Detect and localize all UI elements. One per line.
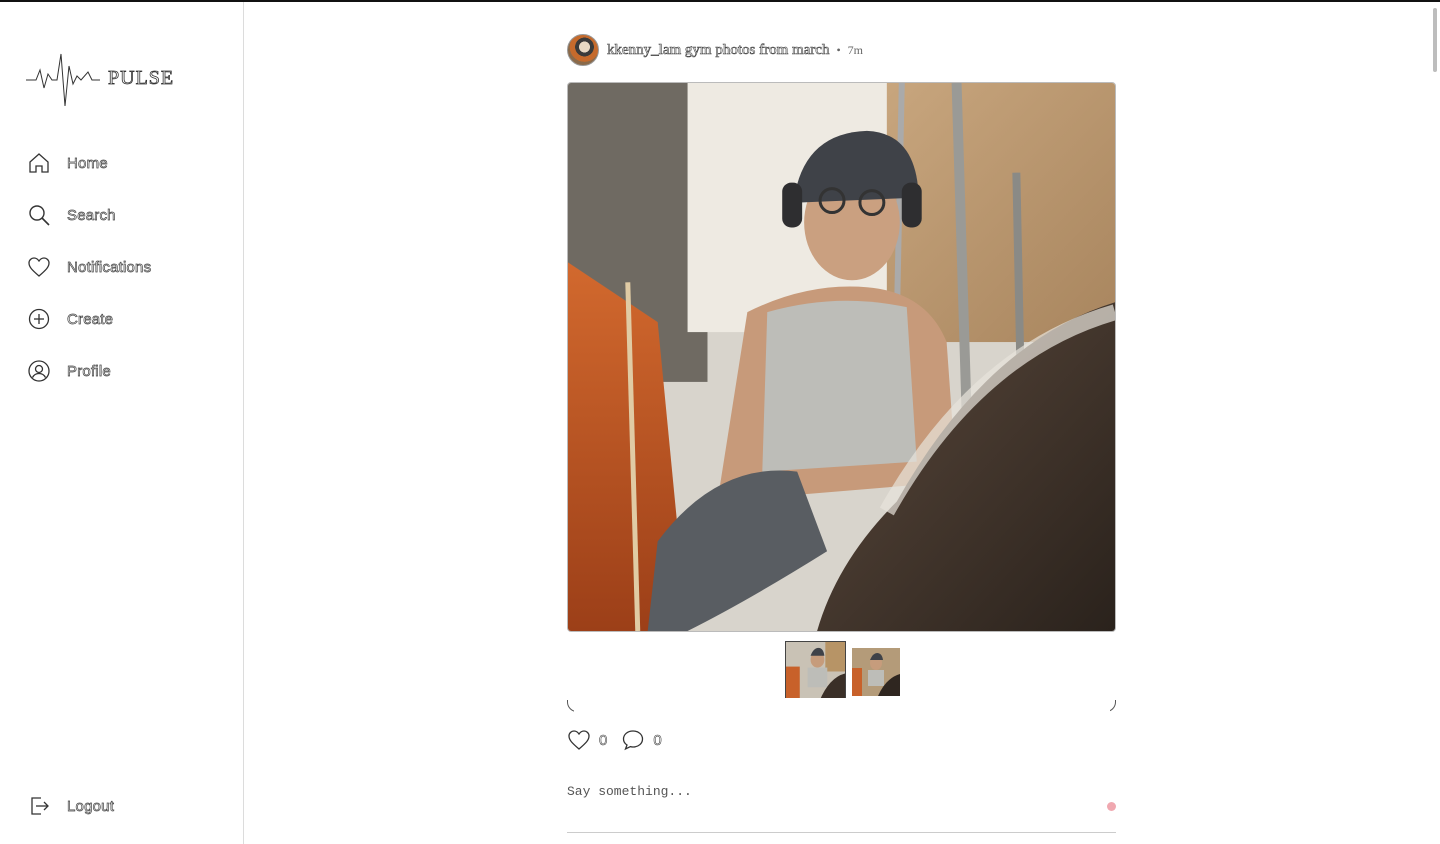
- nav-label-notifications: Notifications: [67, 258, 152, 276]
- logout-label: Logout: [67, 797, 115, 815]
- nav-item-create[interactable]: Create: [26, 304, 151, 334]
- nav-label-create: Create: [67, 310, 114, 328]
- heart-icon: [26, 254, 52, 280]
- post-actions: 0 0: [567, 728, 662, 752]
- nav-label-home: Home: [67, 154, 108, 172]
- avatar[interactable]: [567, 34, 599, 66]
- profile-icon: [26, 358, 52, 384]
- like-button[interactable]: 0: [567, 728, 608, 752]
- send-indicator-dot[interactable]: [1107, 802, 1116, 811]
- thumbnail-1[interactable]: [785, 641, 846, 702]
- comment-count: 0: [653, 731, 662, 749]
- nav-item-notifications[interactable]: Notifications: [26, 252, 151, 282]
- app-name: PULSE: [108, 66, 175, 89]
- comment-input[interactable]: [567, 780, 1087, 803]
- nav-item-home[interactable]: Home: [26, 148, 151, 178]
- nav-item-search[interactable]: Search: [26, 200, 151, 230]
- post-caption: am gym photos from march: [662, 41, 830, 58]
- pulse-logo-icon: [26, 53, 100, 107]
- nav-label-search: Search: [67, 206, 116, 224]
- heart-icon: [568, 730, 590, 750]
- comment-icon: [623, 730, 644, 751]
- home-icon: [26, 150, 52, 176]
- scrollbar-thumb[interactable]: [1433, 8, 1437, 72]
- nav-label-profile: Profile: [67, 362, 111, 380]
- plus-circle-icon: [26, 306, 52, 332]
- post-image[interactable]: [567, 82, 1116, 632]
- post-header: kkenny_lam gym photos from march • 7m: [567, 33, 1127, 67]
- comment-button[interactable]: 0: [621, 728, 662, 752]
- image-thumbnails: [785, 641, 900, 702]
- post-username[interactable]: kkenny_l: [607, 41, 663, 58]
- search-icon: [26, 202, 52, 228]
- post-time: 7m: [847, 42, 864, 57]
- thumbnail-2[interactable]: [852, 648, 900, 696]
- nav-item-profile[interactable]: Profile: [26, 356, 151, 386]
- carousel-frame-mask: [574, 698, 1110, 714]
- separator-dot: •: [836, 42, 841, 57]
- main-nav: Home Search Notifications Create Profile: [26, 148, 151, 408]
- comment-box: [567, 780, 1116, 833]
- logout-icon: [26, 793, 52, 819]
- scrollbar[interactable]: [1430, 2, 1440, 844]
- app-logo[interactable]: PULSE: [26, 50, 186, 110]
- logout-button[interactable]: Logout: [26, 791, 114, 821]
- sidebar: PULSE Home Search Notifications Create P…: [0, 2, 244, 844]
- like-count: 0: [599, 731, 608, 749]
- post-author-and-caption[interactable]: kkenny_lam gym photos from march: [607, 41, 830, 59]
